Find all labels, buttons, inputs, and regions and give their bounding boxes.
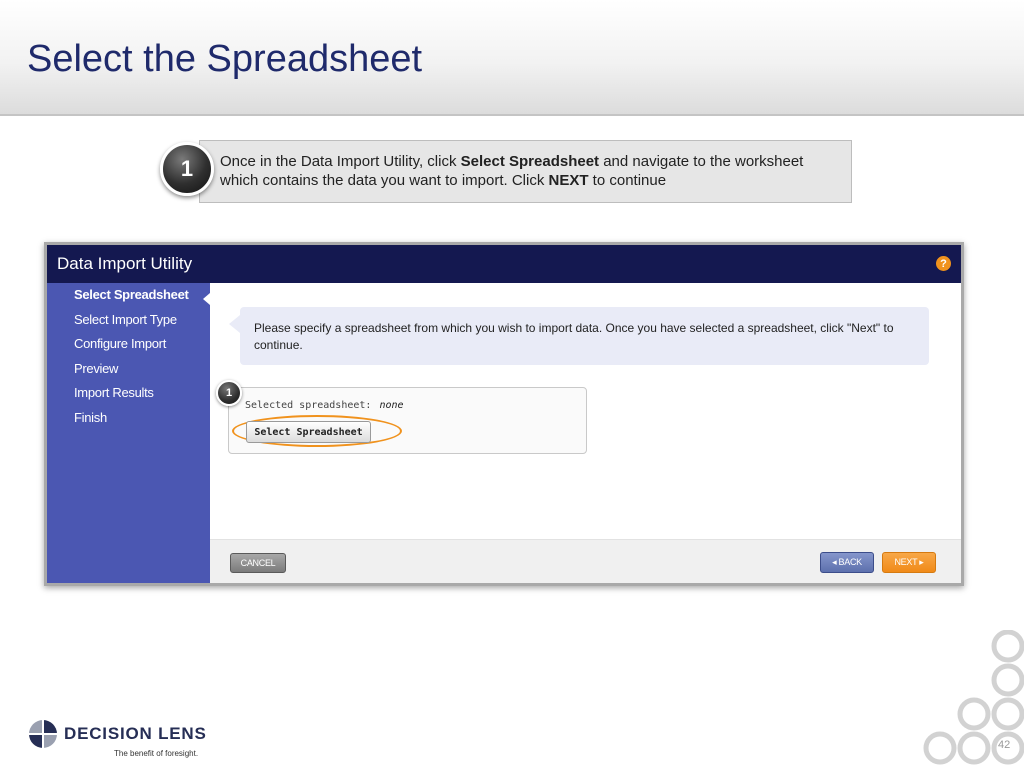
next-button[interactable]: NEXT ▸ bbox=[882, 552, 936, 573]
page-number: 42 bbox=[998, 739, 1011, 751]
cancel-button[interactable]: CANCEL bbox=[230, 553, 286, 573]
active-step-arrow-icon bbox=[203, 293, 210, 305]
back-button[interactable]: ◂ BACK bbox=[820, 552, 874, 573]
wizard-content: Please specify a spreadsheet from which … bbox=[210, 283, 961, 583]
spreadsheet-panel: Selected spreadsheet: none Select Spreads… bbox=[228, 387, 587, 454]
sidebar-item-select-import-type[interactable]: Select Import Type bbox=[47, 308, 210, 333]
app-titlebar: Data Import Utility ? bbox=[47, 245, 961, 283]
sidebar-item-finish[interactable]: Finish bbox=[47, 406, 210, 431]
slide: Select the Spreadsheet 1 Once in the Dat… bbox=[0, 0, 1024, 768]
instruction-bold-select: Select Spreadsheet bbox=[460, 153, 600, 170]
instruction-text: to continue bbox=[588, 172, 667, 189]
info-message: Please specify a spreadsheet from which … bbox=[229, 307, 929, 365]
sidebar-item-select-spreadsheet[interactable]: Select Spreadsheet bbox=[47, 283, 210, 308]
logo-tagline: The benefit of foresight. bbox=[114, 749, 199, 758]
instruction-callout: Once in the Data Import Utility, click S… bbox=[199, 140, 852, 203]
data-import-window: Data Import Utility ? Select Spreadsheet… bbox=[44, 242, 964, 586]
decision-lens-logo-icon bbox=[28, 719, 58, 749]
info-pointer bbox=[229, 315, 240, 333]
sidebar-item-configure-import[interactable]: Configure Import bbox=[47, 332, 210, 357]
mini-step-badge: 1 bbox=[216, 380, 242, 406]
instruction-text: Once in the Data Import Utility, click bbox=[220, 153, 461, 170]
slide-header: Select the Spreadsheet bbox=[0, 0, 1024, 116]
sidebar-item-preview[interactable]: Preview bbox=[47, 357, 210, 382]
logo-text: DECISION LENS bbox=[64, 724, 207, 743]
wizard-footer: CANCEL ◂ BACK NEXT ▸ bbox=[210, 539, 961, 583]
app-title: Data Import Utility bbox=[57, 254, 193, 273]
sidebar-item-import-results[interactable]: Import Results bbox=[47, 381, 210, 406]
wizard-sidebar: Select Spreadsheet Select Import Type Co… bbox=[47, 283, 210, 583]
info-text: Please specify a spreadsheet from which … bbox=[254, 321, 894, 352]
selected-spreadsheet-value: none bbox=[379, 400, 404, 411]
instruction-bold-next: NEXT bbox=[548, 172, 589, 189]
select-spreadsheet-button[interactable]: Select Spreadsheet bbox=[246, 421, 371, 443]
step-badge: 1 bbox=[160, 142, 214, 196]
selected-spreadsheet-label: Selected spreadsheet: none bbox=[245, 400, 404, 411]
decision-lens-logo: DECISION LENS The benefit of foresight. bbox=[28, 718, 228, 762]
slide-title: Select the Spreadsheet bbox=[27, 38, 423, 80]
help-icon[interactable]: ? bbox=[936, 256, 951, 271]
